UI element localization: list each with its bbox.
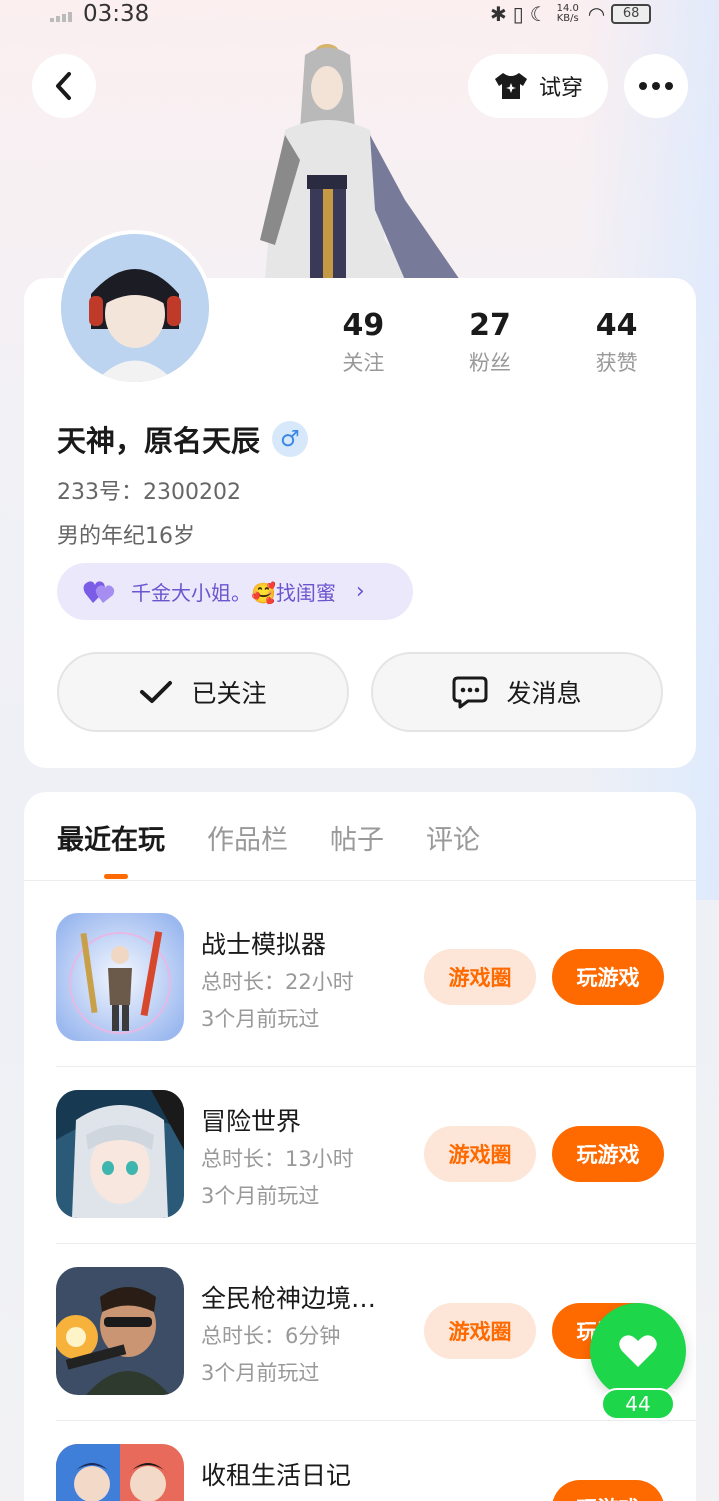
game-row[interactable]: 冒险世界 总时长：13小时 3个月前玩过 游戏圈 玩游戏 [56,1090,696,1220]
game-circle-button[interactable]: 游戏圈 [424,949,536,1005]
game-duration: 总时长：22小时 [201,970,354,994]
game-last-played: 3个月前玩过 [201,1184,320,1208]
more-options-button[interactable] [624,54,688,118]
wifi-icon: ◠ [587,2,606,26]
stat-following[interactable]: 49 关注 [300,308,427,377]
signal-icon [50,12,72,22]
profile-tag-label: 千金大小姐。🥰找闺蜜 [131,581,336,605]
send-message-label: 发消息 [506,679,582,708]
game-circle-button[interactable]: 游戏圈 [424,1126,536,1182]
game-row[interactable]: 战士模拟器 总时长：22小时 3个月前玩过 游戏圈 玩游戏 [56,913,696,1043]
user-avatar[interactable] [57,230,213,386]
moon-icon: ☾ [529,2,548,26]
vibrate-icon: ▯ [512,2,524,26]
status-time: 03:38 [83,1,150,27]
row-divider [56,1243,696,1244]
tab-works[interactable]: 作品栏 [207,818,288,857]
network-speed: 14.0 KB/s [556,3,579,24]
row-divider [56,1066,696,1067]
try-on-button[interactable]: 试穿 [468,54,608,118]
tab-comments[interactable]: 评论 [426,818,480,857]
followed-label: 已关注 [191,679,267,708]
send-message-button[interactable]: 发消息 [371,652,663,732]
chat-bubble-icon [452,676,488,709]
tshirt-icon [494,73,527,99]
game-icon-adventure-world [56,1090,184,1218]
play-game-button[interactable]: 玩游戏 [552,1126,664,1182]
status-bar: 03:38 ✱ ▯ ☾ 14.0 KB/s ◠ 68 [0,0,719,30]
user-id: 233号：2300202 [57,480,241,505]
game-name: 战士模拟器 [201,930,327,959]
stat-fans[interactable]: 27 粉丝 [427,308,554,377]
play-game-button[interactable]: 玩游戏 [552,1480,664,1501]
try-on-label: 试穿 [538,76,583,101]
active-tab-indicator [104,874,128,879]
tabs-divider [24,880,696,881]
user-bio: 男的年纪16岁 [57,524,195,549]
profile-tag[interactable]: 千金大小姐。🥰找闺蜜 › [57,563,413,620]
double-heart-icon [83,580,115,603]
more-dots-icon [639,82,673,90]
followed-button[interactable]: 已关注 [57,652,349,732]
game-last-played: 3个月前玩过 [201,1361,320,1385]
back-button[interactable] [32,54,96,118]
name-row: 天神，原名天辰 ♂ [57,418,309,460]
like-count: 44 [601,1388,675,1420]
like-button[interactable] [590,1303,686,1399]
tab-posts[interactable]: 帖子 [330,818,384,857]
game-row[interactable]: 收租生活日记 玩游戏 [56,1444,696,1501]
game-name: 冒险世界 [201,1107,302,1136]
game-duration: 总时长：13小时 [201,1147,354,1171]
user-name: 天神，原名天辰 [57,424,261,458]
play-game-button[interactable]: 玩游戏 [552,949,664,1005]
chevron-left-icon [56,72,71,100]
game-last-played: 3个月前玩过 [201,1007,320,1031]
game-icon-rent-life-diary [56,1444,184,1501]
battery-icon: 68 [611,4,652,24]
profile-stats: 49 关注 27 粉丝 44 获赞 [300,308,680,377]
check-icon [140,681,173,703]
game-duration: 总时长：6分钟 [201,1324,341,1348]
tab-recently-played[interactable]: 最近在玩 [57,818,165,857]
male-icon: ♂ [272,421,309,457]
game-icon-warrior-simulator [56,913,184,1041]
avatar-3d-figure [255,40,465,280]
game-icon-gun-god [56,1267,184,1395]
game-circle-button[interactable]: 游戏圈 [424,1303,536,1359]
heart-icon [619,1335,657,1367]
game-name: 收租生活日记 [201,1461,352,1490]
stat-likes[interactable]: 44 获赞 [553,308,680,377]
profile-tabs: 最近在玩 作品栏 帖子 评论 [57,818,480,857]
game-name: 全民枪神边境… [201,1284,377,1313]
row-divider [56,1420,696,1421]
chevron-right-icon: › [355,579,365,604]
bluetooth-icon: ✱ [490,2,507,26]
